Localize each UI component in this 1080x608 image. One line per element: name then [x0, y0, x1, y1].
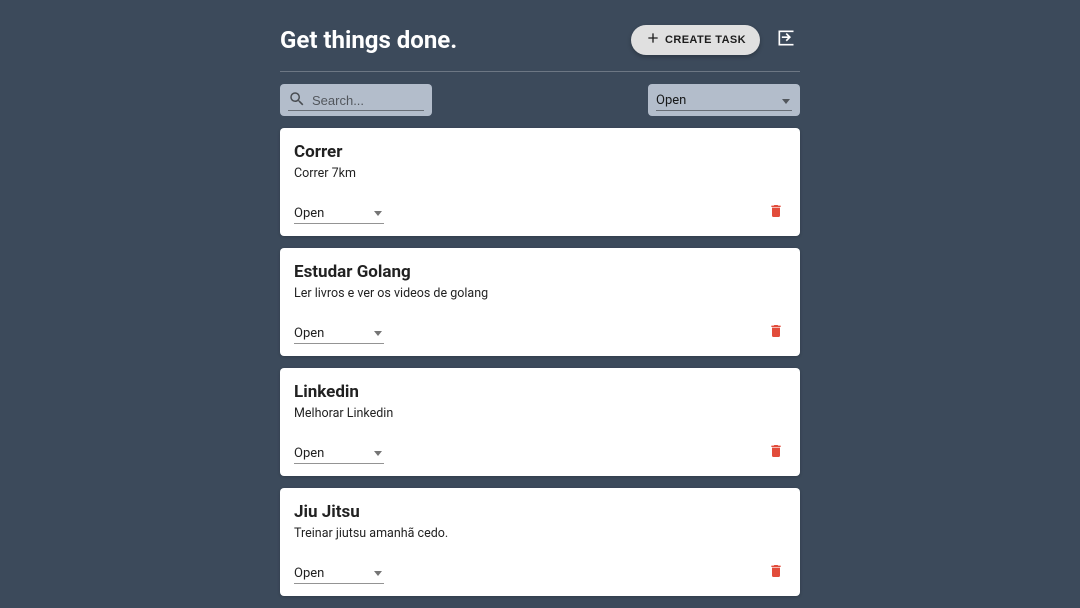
app-container: Get things done. CREATE TASK: [280, 0, 800, 608]
trash-icon: [768, 443, 784, 462]
task-footer: Open: [294, 561, 786, 584]
task-status-value: Open: [294, 566, 324, 581]
task-status-select[interactable]: Open: [294, 326, 384, 344]
task-card: Estudar Golang Ler livros e ver os video…: [280, 248, 800, 356]
task-description: Melhorar Linkedin: [294, 406, 786, 421]
task-title: Linkedin: [294, 382, 786, 402]
divider: [280, 71, 800, 72]
task-card: Linkedin Melhorar Linkedin Open: [280, 368, 800, 476]
task-title: Estudar Golang: [294, 262, 786, 282]
header: Get things done. CREATE TASK: [280, 24, 800, 71]
task-status-value: Open: [294, 326, 324, 341]
task-description: Treinar jiutsu amanhã cedo.: [294, 526, 786, 541]
create-task-label: CREATE TASK: [665, 34, 746, 46]
exit-icon: [776, 28, 796, 51]
delete-task-button[interactable]: [766, 201, 786, 224]
task-status-select[interactable]: Open: [294, 566, 384, 584]
header-actions: CREATE TASK: [631, 24, 800, 55]
search-icon: [288, 90, 312, 112]
task-description: Ler livros e ver os videos de golang: [294, 286, 786, 301]
task-title: Jiu Jitsu: [294, 502, 786, 522]
trash-icon: [768, 323, 784, 342]
task-description: Correr 7km: [294, 166, 786, 181]
status-filter-value: Open: [656, 93, 686, 110]
chevron-down-icon: [374, 331, 382, 336]
task-footer: Open: [294, 441, 786, 464]
task-status-value: Open: [294, 446, 324, 461]
page-title: Get things done.: [280, 26, 457, 54]
task-status-select[interactable]: Open: [294, 206, 384, 224]
status-filter-select[interactable]: Open: [648, 84, 800, 116]
task-status-value: Open: [294, 206, 324, 221]
chevron-down-icon: [374, 571, 382, 576]
search-field[interactable]: [280, 84, 432, 116]
task-footer: Open: [294, 201, 786, 224]
task-card: Jiu Jitsu Treinar jiutsu amanhã cedo. Op…: [280, 488, 800, 596]
delete-task-button[interactable]: [766, 561, 786, 584]
task-list: Correr Correr 7km Open Estudar Golang Le…: [280, 128, 800, 596]
delete-task-button[interactable]: [766, 321, 786, 344]
task-status-select[interactable]: Open: [294, 446, 384, 464]
plus-icon: [645, 30, 661, 49]
task-card: Correr Correr 7km Open: [280, 128, 800, 236]
task-title: Correr: [294, 142, 786, 162]
search-input[interactable]: [312, 93, 488, 110]
chevron-down-icon: [374, 451, 382, 456]
filter-row: Open: [280, 84, 800, 116]
delete-task-button[interactable]: [766, 441, 786, 464]
trash-icon: [768, 203, 784, 222]
logout-button[interactable]: [772, 24, 800, 55]
chevron-down-icon: [374, 211, 382, 216]
trash-icon: [768, 563, 784, 582]
task-footer: Open: [294, 321, 786, 344]
create-task-button[interactable]: CREATE TASK: [631, 25, 760, 55]
chevron-down-icon: [782, 99, 790, 104]
